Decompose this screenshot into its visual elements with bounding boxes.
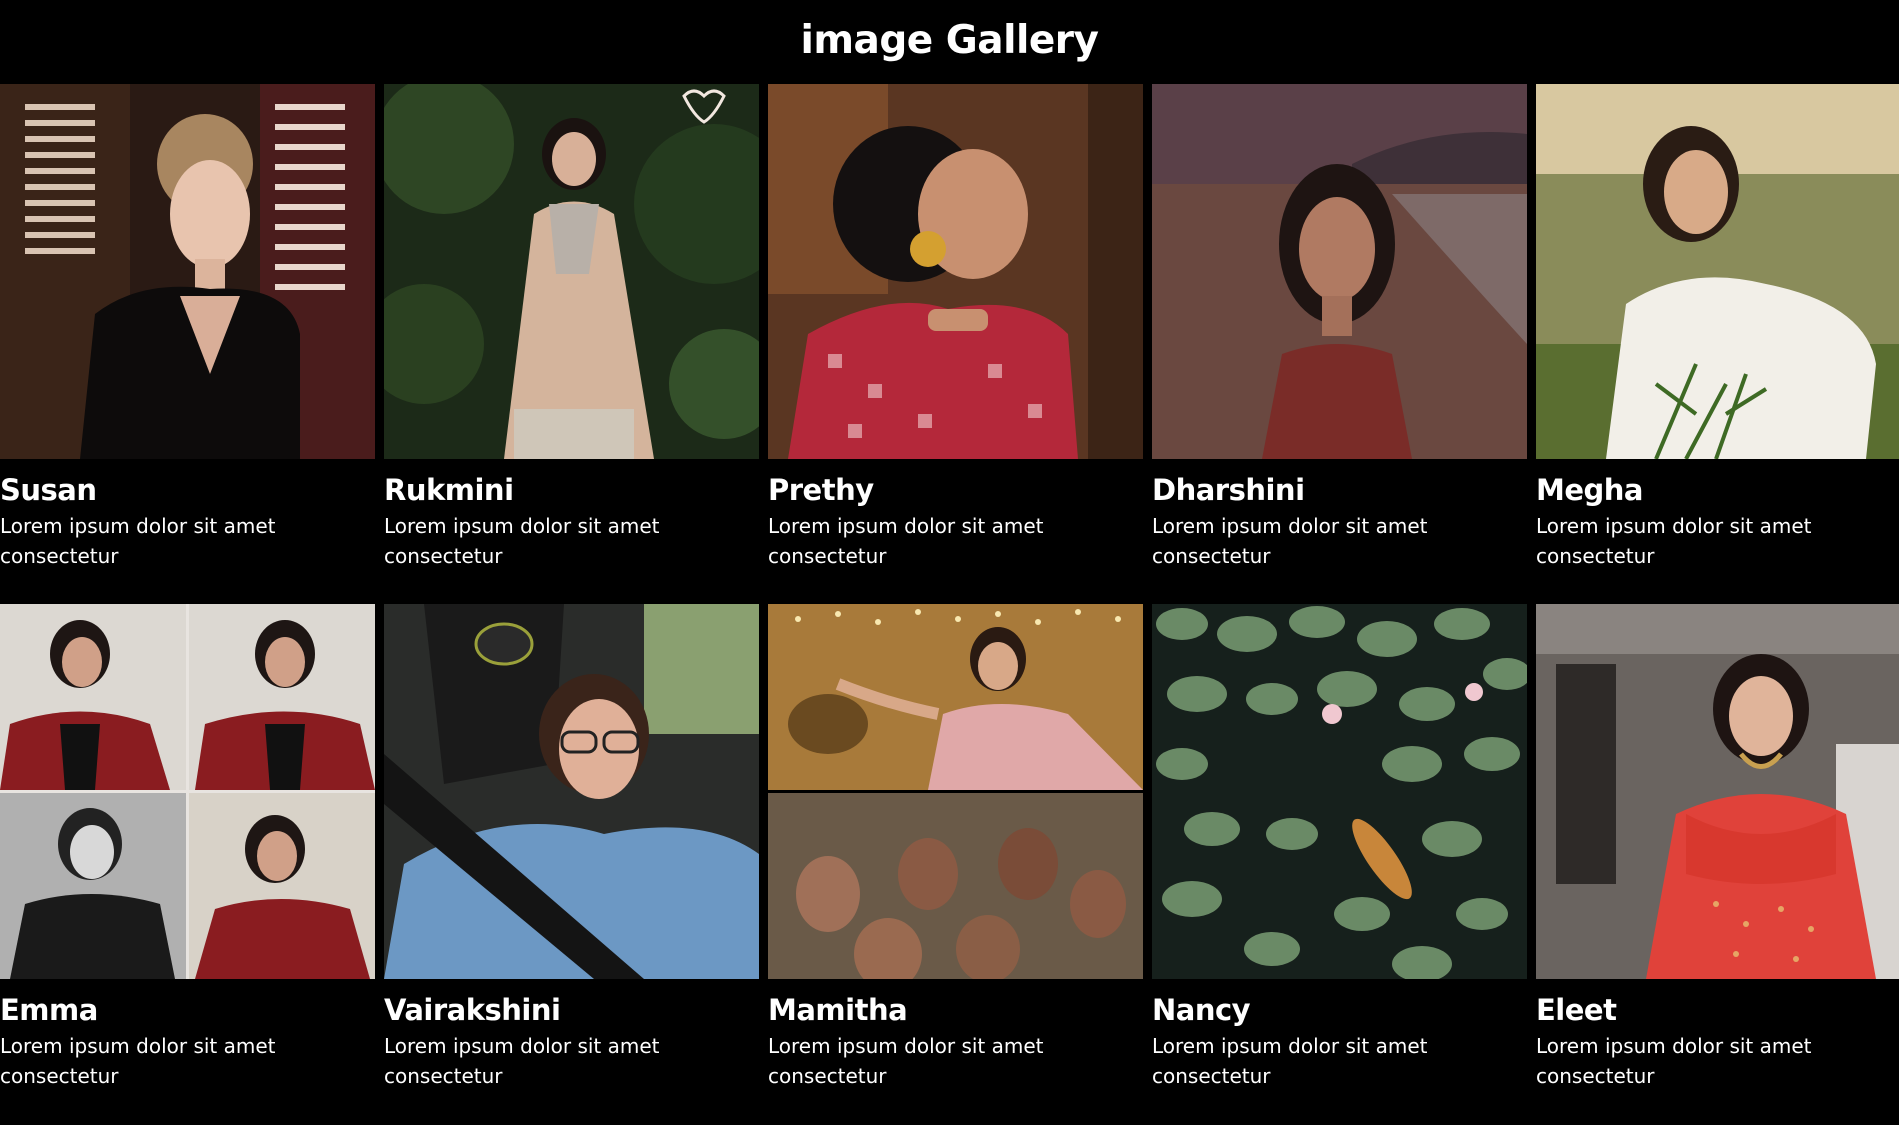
card-name: Mamitha [768,993,908,1027]
gallery-grid: Susan Lorem ipsum dolor sit amet consect… [0,84,1899,1124]
gallery-card[interactable]: Vairakshini Lorem ipsum dolor sit amet c… [384,604,759,1124]
card-name: Prethy [768,473,874,507]
gallery-photo[interactable] [768,604,1143,979]
gallery-card[interactable]: Eleet Lorem ipsum dolor sit amet consect… [1536,604,1899,1124]
gallery-card[interactable]: Emma Lorem ipsum dolor sit amet consecte… [0,604,375,1124]
gallery-card[interactable]: Prethy Lorem ipsum dolor sit amet consec… [768,84,1143,604]
card-description: Lorem ipsum dolor sit amet consectetur [1152,1034,1428,1088]
gallery-card[interactable]: Dharshini Lorem ipsum dolor sit amet con… [1152,84,1527,604]
photo-woman-beach [1152,84,1527,459]
gallery-card[interactable]: Rukmini Lorem ipsum dolor sit amet conse… [384,84,759,604]
card-description: Lorem ipsum dolor sit amet consectetur [768,514,1044,568]
card-name: Emma [0,993,98,1027]
photo-collage [0,604,375,979]
gallery-card[interactable]: Megha Lorem ipsum dolor sit amet consect… [1536,84,1899,604]
gallery-card[interactable]: Nancy Lorem ipsum dolor sit amet consect… [1152,604,1527,1124]
card-name: Nancy [1152,993,1251,1027]
card-description: Lorem ipsum dolor sit amet consectetur [1536,514,1812,568]
photo-film-stills [768,604,1143,979]
card-name: Rukmini [384,473,514,507]
photo-woman-field [1536,84,1899,459]
card-name: Dharshini [1152,473,1305,507]
card-name: Susan [0,473,97,507]
gallery-card[interactable]: Susan Lorem ipsum dolor sit amet consect… [0,84,375,604]
gallery-photo[interactable] [1152,604,1527,979]
gallery-photo[interactable] [0,604,375,979]
card-name: Megha [1536,473,1644,507]
gallery-photo[interactable] [768,84,1143,459]
card-description: Lorem ipsum dolor sit amet consectetur [0,514,276,568]
card-description: Lorem ipsum dolor sit amet consectetur [768,1034,1044,1088]
gallery-photo[interactable] [1536,604,1899,979]
gallery-photo[interactable] [0,84,375,459]
card-description: Lorem ipsum dolor sit amet consectetur [384,1034,660,1088]
card-name: Vairakshini [384,993,561,1027]
photo-woman-lehenga [1536,604,1899,979]
gallery-photo[interactable] [384,84,759,459]
photo-woman-red-print [768,84,1143,459]
card-name: Eleet [1536,993,1617,1027]
gallery-page: image Gallery Susan Lorem ipsum dolor si… [0,0,1899,1125]
card-description: Lorem ipsum dolor sit amet consectetur [1536,1034,1812,1088]
photo-woman-saree [384,84,759,459]
gallery-photo[interactable] [1152,84,1527,459]
gallery-photo[interactable] [384,604,759,979]
photo-lily-pond [1152,604,1527,979]
gallery-photo[interactable] [1536,84,1899,459]
photo-woman-portrait [0,84,375,459]
page-title: image Gallery [800,18,1099,63]
gallery-card[interactable]: Mamitha Lorem ipsum dolor sit amet conse… [768,604,1143,1124]
photo-woman-car-selfie [384,604,759,979]
card-description: Lorem ipsum dolor sit amet consectetur [1152,514,1428,568]
card-description: Lorem ipsum dolor sit amet consectetur [384,514,660,568]
card-description: Lorem ipsum dolor sit amet consectetur [0,1034,276,1088]
